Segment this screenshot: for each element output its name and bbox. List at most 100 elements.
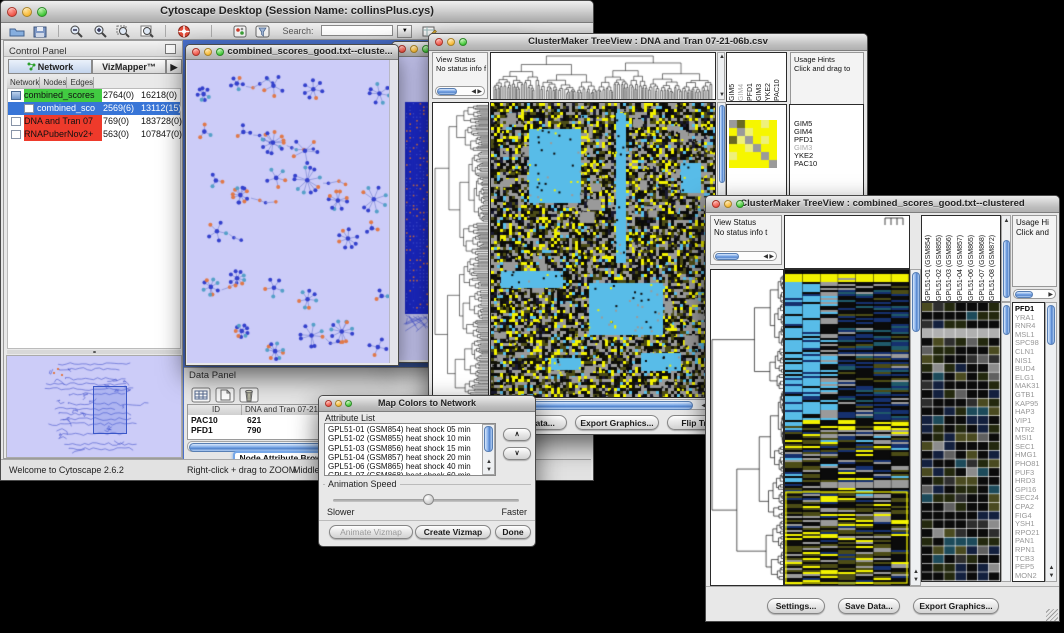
- attribute-list-item[interactable]: GPL51-06 (GSM865) heat shock 40 min: [328, 462, 495, 471]
- network-tab-icon: [27, 61, 36, 70]
- attribute-list-item[interactable]: GPL51-07 (GSM868) heat shock 60 min: [328, 471, 495, 476]
- network-table-header-cell[interactable]: Network: [7, 77, 40, 88]
- tv1-view-status: View Status No status info f ◀ ▶: [432, 52, 488, 99]
- close-button[interactable]: [712, 200, 720, 208]
- network-view-window[interactable]: combined_scores_good.txt--cluste...: [185, 44, 399, 366]
- tv2-usage-line: Click and: [1016, 228, 1049, 237]
- toolbar-separator: [211, 25, 212, 37]
- tv2-export-graphics-button[interactable]: Export Graphics...: [913, 598, 999, 614]
- network-file-icon: [11, 91, 21, 100]
- tv1-status-scrollbar[interactable]: ◀ ▶: [435, 86, 485, 96]
- close-button[interactable]: [7, 7, 17, 17]
- move-attribute-down-button[interactable]: ∨: [503, 447, 531, 460]
- attribute-list-label: Attribute List: [325, 413, 375, 423]
- tv2-column-label: GPL51-06 (GSM865): [968, 217, 979, 301]
- minimize-button[interactable]: [410, 45, 418, 53]
- network1-vscrollbar[interactable]: [389, 60, 397, 363]
- tv2-zoom-heatmap[interactable]: [921, 302, 1001, 582]
- control-panel-tab[interactable]: Network: [8, 59, 92, 74]
- search-dropdown-button[interactable]: ▼: [397, 25, 412, 38]
- create-vizmap-button[interactable]: Create Vizmap: [415, 525, 491, 539]
- minimize-button[interactable]: [22, 7, 32, 17]
- treeview1-title-bar[interactable]: ClusterMaker TreeView : DNA and Tran 07-…: [429, 34, 867, 51]
- network-table-header-cell[interactable]: Edges: [67, 77, 94, 88]
- attr-col-id[interactable]: ID: [188, 405, 242, 415]
- tv2-settings-button[interactable]: Settings...: [767, 598, 825, 614]
- close-button[interactable]: [325, 400, 332, 407]
- tv2-column-label: GPL51-04 (GSM857): [957, 217, 968, 301]
- search-input[interactable]: [321, 25, 393, 36]
- move-attribute-up-button[interactable]: ∧: [503, 428, 531, 441]
- overview-viewport-rect[interactable]: [93, 386, 127, 434]
- tv1-export-graphics-button[interactable]: Export Graphics...: [575, 415, 659, 430]
- dialog-title-bar[interactable]: Map Colors to Network: [319, 396, 535, 412]
- tv1-gene-label[interactable]: PAC10: [794, 160, 863, 168]
- network-list-row[interactable]: combined_scores 2764(0) 16218(0): [8, 89, 180, 102]
- tv2-usage-scrollbar[interactable]: ▶: [1013, 289, 1056, 299]
- network1-canvas[interactable]: [187, 60, 389, 363]
- tv1-column-label: PFD1: [747, 55, 756, 101]
- zoom-window-button[interactable]: [345, 400, 352, 407]
- close-button[interactable]: [435, 38, 443, 46]
- attribute-list: GPL51-01 (GSM854) heat shock 05 minGPL51…: [324, 423, 496, 476]
- tv2-gene-label[interactable]: MON2: [1015, 572, 1044, 581]
- float-panel-icon[interactable]: [165, 44, 176, 54]
- attribute-list-scrollbar[interactable]: ▲▼: [482, 424, 495, 475]
- panel-splitter[interactable]: [7, 350, 181, 354]
- animation-slider[interactable]: [333, 499, 519, 502]
- tv2-global-heatmap[interactable]: [784, 269, 910, 586]
- network-table-header-cell[interactable]: Nodes: [40, 77, 67, 88]
- network-list-row[interactable]: DNA and Tran 07 769(0) 183728(0): [8, 115, 180, 128]
- control-panel-tab[interactable]: ▶: [166, 59, 182, 74]
- treeview1-title: ClusterMaker TreeView : DNA and Tran 07-…: [429, 34, 867, 50]
- slider-thumb[interactable]: [423, 494, 434, 505]
- control-panel-tab[interactable]: VizMapper™: [92, 59, 166, 74]
- tv1-top-scrollbar[interactable]: ▲▼: [717, 52, 725, 100]
- attribute-list-item[interactable]: GPL51-01 (GSM854) heat shock 05 min: [328, 425, 495, 434]
- tv2-zoom-scrollbar[interactable]: [1001, 302, 1011, 582]
- treeview2-title: ClusterMaker TreeView : combined_scores_…: [706, 196, 1059, 212]
- network-list-row[interactable]: RNAPuberNov2+ 563(0) 107847(0): [8, 128, 180, 141]
- zoom-window-button[interactable]: [459, 38, 467, 46]
- tv2-column-dendrogram[interactable]: [784, 215, 910, 269]
- tv1-row-dendrogram[interactable]: [432, 102, 489, 398]
- main-title-bar[interactable]: Cytoscape Desktop (Session Name: collins…: [1, 1, 593, 23]
- attribute-list-item[interactable]: GPL51-02 (GSM855) heat shock 10 min: [328, 434, 495, 443]
- tv2-gene-scrollbar[interactable]: ▲▼: [1045, 302, 1057, 582]
- zoom-window-button[interactable]: [736, 200, 744, 208]
- animation-speed-label: Animation Speed: [325, 479, 400, 489]
- treeview2-title-bar[interactable]: ClusterMaker TreeView : combined_scores_…: [706, 196, 1059, 213]
- network-edges-count: 107847(0): [141, 128, 182, 141]
- network-edges-count: 13112(15): [141, 102, 181, 115]
- tv2-label-scrollbar[interactable]: ▲: [1001, 215, 1011, 302]
- animate-vizmap-button[interactable]: Animate Vizmap: [329, 525, 413, 539]
- resize-grip[interactable]: [1046, 609, 1058, 621]
- network-nodes-count: 563(0): [103, 128, 129, 141]
- network-table-header: NetworkNodesEdges: [7, 77, 181, 88]
- minimize-button[interactable]: [447, 38, 455, 46]
- minimize-button[interactable]: [335, 400, 342, 407]
- tv1-column-dendrogram[interactable]: [490, 52, 716, 100]
- map-colors-dialog[interactable]: Map Colors to Network Attribute List GPL…: [318, 395, 536, 547]
- tv1-global-heatmap[interactable]: [490, 102, 716, 398]
- tv2-save-data-button[interactable]: Save Data...: [838, 598, 900, 614]
- network-list-row[interactable]: combined_sco 2569(6) 13112(15): [8, 102, 180, 115]
- done-button[interactable]: Done: [495, 525, 531, 539]
- network-nodes-count: 2764(0): [103, 89, 134, 102]
- tv2-row-dendrogram[interactable]: [710, 269, 784, 586]
- treeview2-window[interactable]: ClusterMaker TreeView : combined_scores_…: [705, 195, 1060, 622]
- tv2-vscrollbar[interactable]: ▲▼: [910, 269, 921, 586]
- close-button[interactable]: [398, 45, 406, 53]
- close-button[interactable]: [192, 48, 200, 56]
- zoom-window-button[interactable]: [216, 48, 224, 56]
- network-overview-thumbnail[interactable]: [6, 355, 182, 458]
- attribute-list-item[interactable]: GPL51-03 (GSM856) heat shock 15 min: [328, 444, 495, 453]
- minimize-button[interactable]: [204, 48, 212, 56]
- network1-title-bar[interactable]: combined_scores_good.txt--cluste...: [186, 45, 398, 60]
- search-label: Search:: [282, 26, 313, 36]
- attribute-list-item[interactable]: GPL51-04 (GSM857) heat shock 20 min: [328, 453, 495, 462]
- tv2-status-scrollbar[interactable]: ◀ ▶: [713, 251, 777, 261]
- tv2-usage-hints: Usage Hi Click and: [1012, 215, 1057, 287]
- minimize-button[interactable]: [724, 200, 732, 208]
- zoom-window-button[interactable]: [37, 7, 47, 17]
